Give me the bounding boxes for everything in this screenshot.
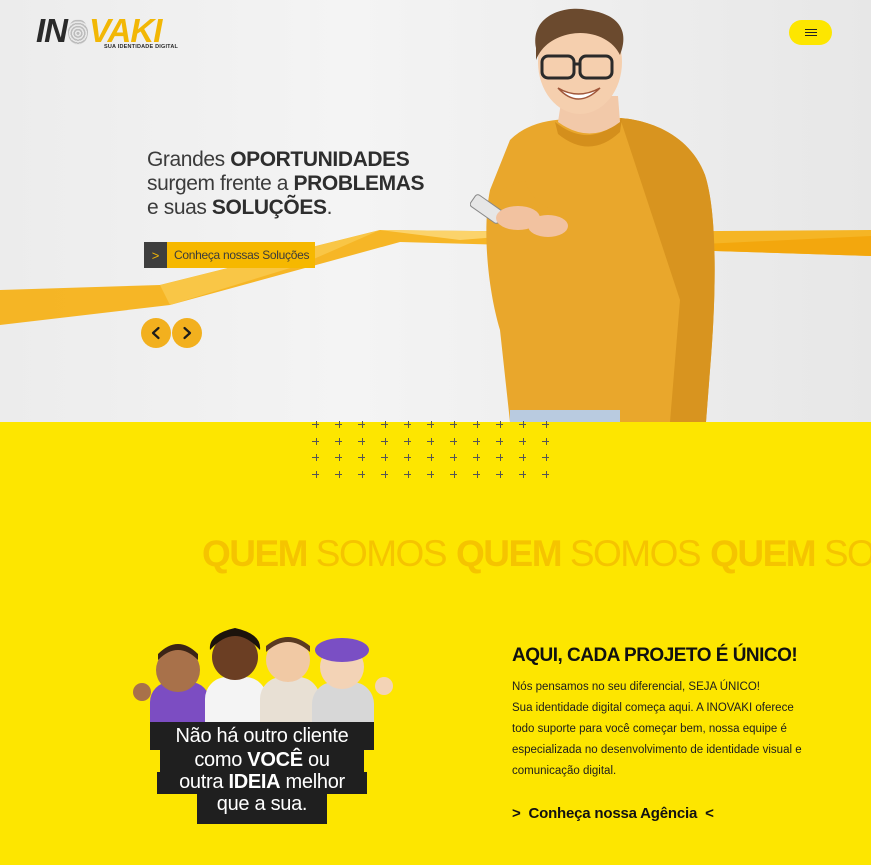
plus-decoration [473, 421, 481, 429]
menu-button[interactable] [789, 20, 832, 45]
plus-decoration [358, 454, 366, 462]
marquee-light: SOMOS [315, 533, 448, 574]
plus-decoration [519, 454, 527, 462]
slider-prev-button[interactable] [141, 318, 171, 348]
plus-decoration [404, 454, 412, 462]
logo-text-left: IN [36, 12, 68, 49]
marquee-bold: QUEM [710, 533, 817, 574]
plus-decoration [312, 454, 320, 462]
plus-decoration [519, 471, 527, 479]
plus-decoration [542, 454, 550, 462]
plus-decoration [427, 454, 435, 462]
marquee-bold: QUEM [202, 533, 309, 574]
plus-decoration [358, 471, 366, 479]
plus-decoration [542, 421, 550, 429]
plus-decoration [312, 437, 320, 446]
fingerprint-icon [68, 19, 88, 45]
team-avatars-illustration: Não há outro cliente como VOCÊ ou outra … [130, 622, 395, 832]
quote-line-2: como VOCÊ ou [160, 750, 364, 772]
logo-tagline: SUA IDENTIDADE DIGITAL [104, 44, 179, 50]
about-paragraph-1: Nós pensamos no seu diferencial, SEJA ÚN… [512, 681, 761, 693]
plus-decoration [358, 421, 366, 429]
plus-decoration [519, 437, 527, 446]
hero-headline: Grandes OPORTUNIDADES surgem frente a PR… [147, 148, 425, 219]
cta-arrow: > [144, 242, 167, 268]
plus-decoration [427, 421, 435, 429]
plus-decoration [542, 471, 550, 479]
plus-decoration [381, 454, 389, 462]
marquee-bold: QUEM [456, 533, 563, 574]
plus-decoration [450, 421, 458, 429]
plus-decoration [473, 454, 481, 462]
plus-decoration [335, 471, 343, 479]
plus-decoration [381, 471, 389, 479]
plus-decoration [427, 471, 435, 479]
about-title: AQUI, CADA PROJETO É ÚNICO! [512, 645, 798, 666]
plus-decoration [496, 437, 504, 446]
agency-link-label: Conheça nossa Agência [528, 805, 698, 822]
plus-decoration [473, 437, 481, 446]
agency-link[interactable]: > Conheça nossa Agência < [512, 805, 714, 822]
plus-decoration [473, 471, 481, 479]
quote-line-3: outra IDEIA melhor [157, 772, 367, 794]
chevron-left-icon [151, 326, 160, 340]
plus-decoration [335, 421, 343, 429]
inovaki-logo[interactable]: IN VAKI SUA IDENTIDADE DIGITAL [36, 12, 179, 56]
plus-decoration [496, 421, 504, 429]
plus-decoration [496, 454, 504, 462]
plus-decoration [519, 421, 527, 429]
hero-slider: IN VAKI SUA IDENTIDADE DIGITAL Grandes OP… [0, 0, 871, 422]
plus-decoration [358, 437, 366, 446]
plus-decoration [312, 471, 320, 479]
marquee-light: SOMOS [569, 533, 702, 574]
plus-decoration [335, 437, 343, 446]
marquee-light: SOMOS [823, 533, 871, 574]
plus-decoration [404, 437, 412, 446]
plus-decoration [381, 437, 389, 446]
slider-next-button[interactable] [172, 318, 202, 348]
plus-decoration [450, 471, 458, 479]
plus-decoration [496, 471, 504, 479]
about-paragraph-2: Sua identidade digital começa aqui. A IN… [512, 702, 802, 777]
cta-label: Conheça nossas Soluções [167, 242, 316, 268]
plus-decoration [542, 437, 550, 446]
plus-decoration [450, 437, 458, 446]
link-open-chevron: > [512, 805, 521, 822]
solutions-cta-button[interactable]: > Conheça nossas Soluções [144, 242, 316, 268]
chevron-right-icon [183, 326, 192, 340]
plus-decoration [381, 421, 389, 429]
quote-line-4: que a sua. [197, 794, 327, 824]
about-body: Nós pensamos no seu diferencial, SEJA ÚN… [512, 677, 817, 782]
plus-decoration [404, 421, 412, 429]
link-close-chevron: < [705, 805, 714, 822]
page: IN VAKI SUA IDENTIDADE DIGITAL Grandes OP… [0, 0, 871, 865]
plus-decoration [450, 454, 458, 462]
plus-decoration [335, 454, 343, 462]
quem-somos-marquee: QUEM SOMOSQUEM SOMOSQUEM SOMOS [202, 534, 871, 574]
plus-decoration [312, 421, 320, 429]
plus-pattern-decoration [310, 418, 560, 480]
logo-wordmark: IN VAKI [36, 12, 162, 49]
hamburger-icon [804, 29, 817, 36]
quote-line-1: Não há outro cliente [150, 722, 374, 750]
plus-decoration [404, 471, 412, 479]
smiling-man-photo [470, 8, 715, 422]
plus-decoration [427, 437, 435, 446]
